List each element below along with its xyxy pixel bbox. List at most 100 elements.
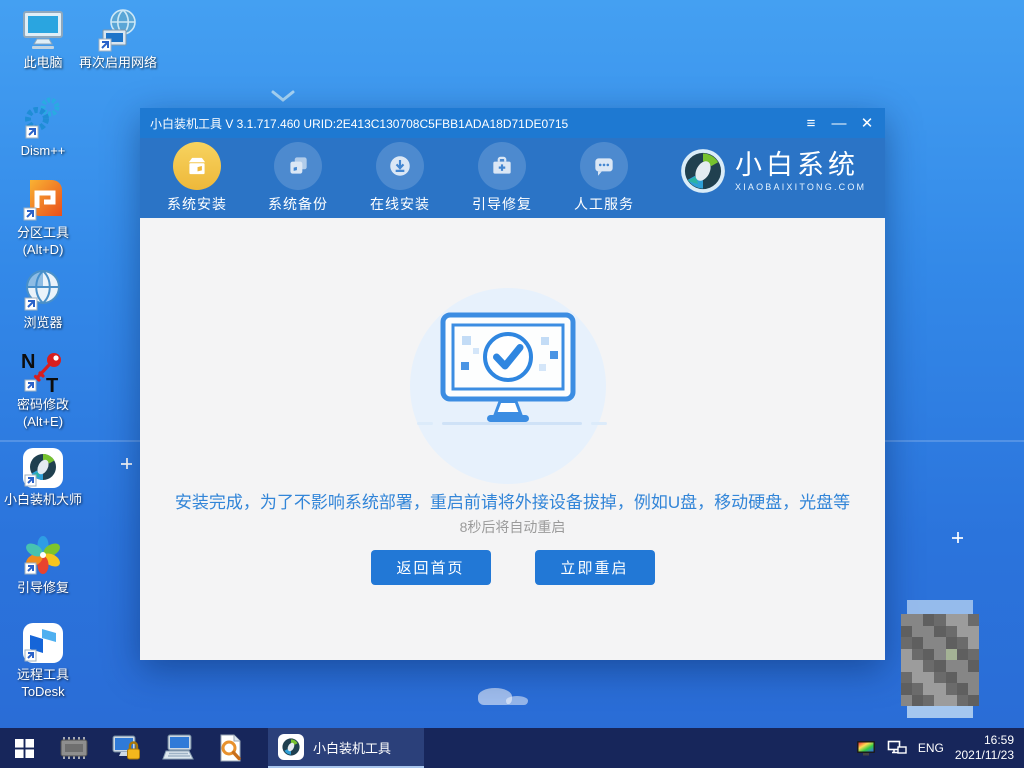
restart-countdown: 8秒后将自动重启 xyxy=(140,517,885,537)
qr-mosaic-cell xyxy=(923,614,934,626)
qr-mosaic-cell xyxy=(934,637,945,649)
xiaobai-logo-icon xyxy=(278,734,304,760)
qr-mosaic-cell xyxy=(923,649,934,661)
taskbar-keyboard-tool-button[interactable] xyxy=(152,728,204,768)
start-button[interactable] xyxy=(0,728,48,768)
qr-mosaic-cell xyxy=(901,683,912,695)
qr-mosaic-cell xyxy=(968,672,979,684)
monitor-check-icon xyxy=(440,312,576,424)
tab-label: 系统安装 xyxy=(155,194,239,214)
desktop: 此电脑 再次启用网络 Dism++ xyxy=(0,0,1024,768)
qr-mosaic-cell xyxy=(912,626,923,638)
taskbar-lock-tool-button[interactable] xyxy=(100,728,152,768)
qr-mosaic-cell xyxy=(912,637,923,649)
chat-service-icon xyxy=(580,142,628,190)
taskbar-memory-tool-button[interactable] xyxy=(48,728,100,768)
tab-human-service[interactable]: 人工服务 xyxy=(562,142,646,214)
desktop-icon-label: 引导修复 xyxy=(0,580,86,597)
qr-mosaic-cell xyxy=(934,649,945,661)
desktop-icon-label: 分区工具 (Alt+D) xyxy=(0,225,86,259)
qr-mosaic-cell xyxy=(923,672,934,684)
brand-subtitle: XIAOBAIXITONG.COM xyxy=(735,182,866,192)
qr-mosaic-cell xyxy=(901,637,912,649)
qr-mosaic-cell xyxy=(934,695,945,707)
window-navbar: 系统安装 系统备份 在 xyxy=(140,138,885,218)
qr-mosaic-cell xyxy=(901,626,912,638)
clock[interactable]: 16:59 2021/11/23 xyxy=(955,733,1014,763)
svg-text:N: N xyxy=(21,351,35,373)
qr-mosaic-cell xyxy=(968,637,979,649)
active-task-label: 小白装机工具 xyxy=(313,738,391,757)
desktop-icon-boot-repair[interactable]: 引导修复 xyxy=(0,531,86,597)
qr-mosaic-cell xyxy=(957,649,968,661)
qr-bottom-strip xyxy=(907,706,973,718)
language-indicator[interactable]: ENG xyxy=(918,741,944,755)
qr-mosaic-cell xyxy=(934,626,945,638)
qr-mosaic-cell xyxy=(912,683,923,695)
qr-mosaic-cell xyxy=(901,695,912,707)
desktop-icon-xiaobai-master[interactable]: 小白装机大师 xyxy=(0,443,86,509)
qr-mosaic-cell xyxy=(968,626,979,638)
tab-system-backup[interactable]: 系统备份 xyxy=(256,142,340,214)
taskbar-search-tool-button[interactable] xyxy=(204,728,256,768)
desktop-icon-re-enable-network[interactable]: 再次启用网络 xyxy=(72,6,164,72)
desktop-icon-password-edit[interactable]: N T 密码修改 (Alt+E) xyxy=(0,348,86,431)
tab-label: 人工服务 xyxy=(562,194,646,214)
qr-mosaic-cell xyxy=(957,637,968,649)
xiaobai-logo-icon xyxy=(680,148,726,194)
tab-boot-repair[interactable]: 引导修复 xyxy=(460,142,544,214)
brand-logo: 小白系统 XIAOBAIXITONG.COM xyxy=(680,148,866,194)
install-box-icon xyxy=(173,142,221,190)
keyboard-monitor-icon xyxy=(162,734,194,762)
window-title: 小白装机工具 V 3.1.717.460 URID:2E413C130708C5… xyxy=(150,115,568,132)
qr-mosaic-cell xyxy=(968,660,979,672)
qr-mosaic-cell xyxy=(923,660,934,672)
qr-mosaic-cell xyxy=(934,614,945,626)
qr-mosaic-cell xyxy=(968,649,979,661)
qr-mosaic-cell xyxy=(923,626,934,638)
installer-window: 小白装机工具 V 3.1.717.460 URID:2E413C130708C5… xyxy=(140,108,885,660)
qr-mosaic-cell xyxy=(934,672,945,684)
tab-system-install[interactable]: 系统安装 xyxy=(155,142,239,214)
desktop-icon-label: 再次启用网络 xyxy=(72,55,164,72)
network-tray-icon[interactable] xyxy=(887,740,907,756)
window-titlebar[interactable]: 小白装机工具 V 3.1.717.460 URID:2E413C130708C5… xyxy=(140,108,885,138)
qr-mosaic-cell xyxy=(946,614,957,626)
qr-mosaic-cell xyxy=(957,672,968,684)
todesk-icon xyxy=(0,618,86,664)
display-color-tray-icon[interactable] xyxy=(856,740,876,757)
tab-label: 系统备份 xyxy=(256,194,340,214)
close-button[interactable]: ✕ xyxy=(855,111,879,135)
desktop-icon-dism[interactable]: Dism++ xyxy=(0,94,86,160)
taskbar-active-task[interactable]: 小白装机工具 xyxy=(268,728,424,768)
re-enable-network-icon xyxy=(72,6,164,52)
desktop-icon-todesk[interactable]: 远程工具 ToDesk xyxy=(0,618,86,701)
qr-mosaic-cell xyxy=(901,649,912,661)
desktop-icon-label: Dism++ xyxy=(0,143,86,160)
qr-mosaic-cell xyxy=(946,683,957,695)
qr-mosaic-cell xyxy=(912,695,923,707)
qr-mosaic-cell xyxy=(968,683,979,695)
qr-mosaic-cell xyxy=(901,672,912,684)
qr-mosaic-cell xyxy=(946,672,957,684)
qr-mosaic-cell xyxy=(901,660,912,672)
desktop-icon-browser[interactable]: 浏览器 xyxy=(0,266,86,332)
qr-mosaic-cell xyxy=(957,626,968,638)
desktop-icon-partition-tool[interactable]: 分区工具 (Alt+D) xyxy=(0,176,86,259)
qr-mosaic-cell xyxy=(912,660,923,672)
minimize-button[interactable]: — xyxy=(827,111,851,135)
tab-online-install[interactable]: 在线安装 xyxy=(358,142,442,214)
online-download-icon xyxy=(376,142,424,190)
backup-copies-icon xyxy=(274,142,322,190)
menu-button[interactable]: ≡ xyxy=(799,111,823,135)
qr-mosaic-cell xyxy=(934,683,945,695)
return-home-button[interactable]: 返回首页 xyxy=(371,550,491,585)
tray-date: 2021/11/23 xyxy=(955,748,1014,763)
dism-gears-icon xyxy=(0,94,86,140)
pinwheel-repair-icon xyxy=(0,531,86,577)
xiaobai-master-icon xyxy=(0,443,86,489)
restart-now-button[interactable]: 立即重启 xyxy=(535,550,655,585)
install-complete-message: 安装完成，为了不影响系统部署，重启前请将外接设备拔掉，例如U盘，移动硬盘，光盘等 xyxy=(140,488,885,513)
sparkle-icon xyxy=(121,458,132,469)
monitor-lock-icon xyxy=(111,734,141,762)
